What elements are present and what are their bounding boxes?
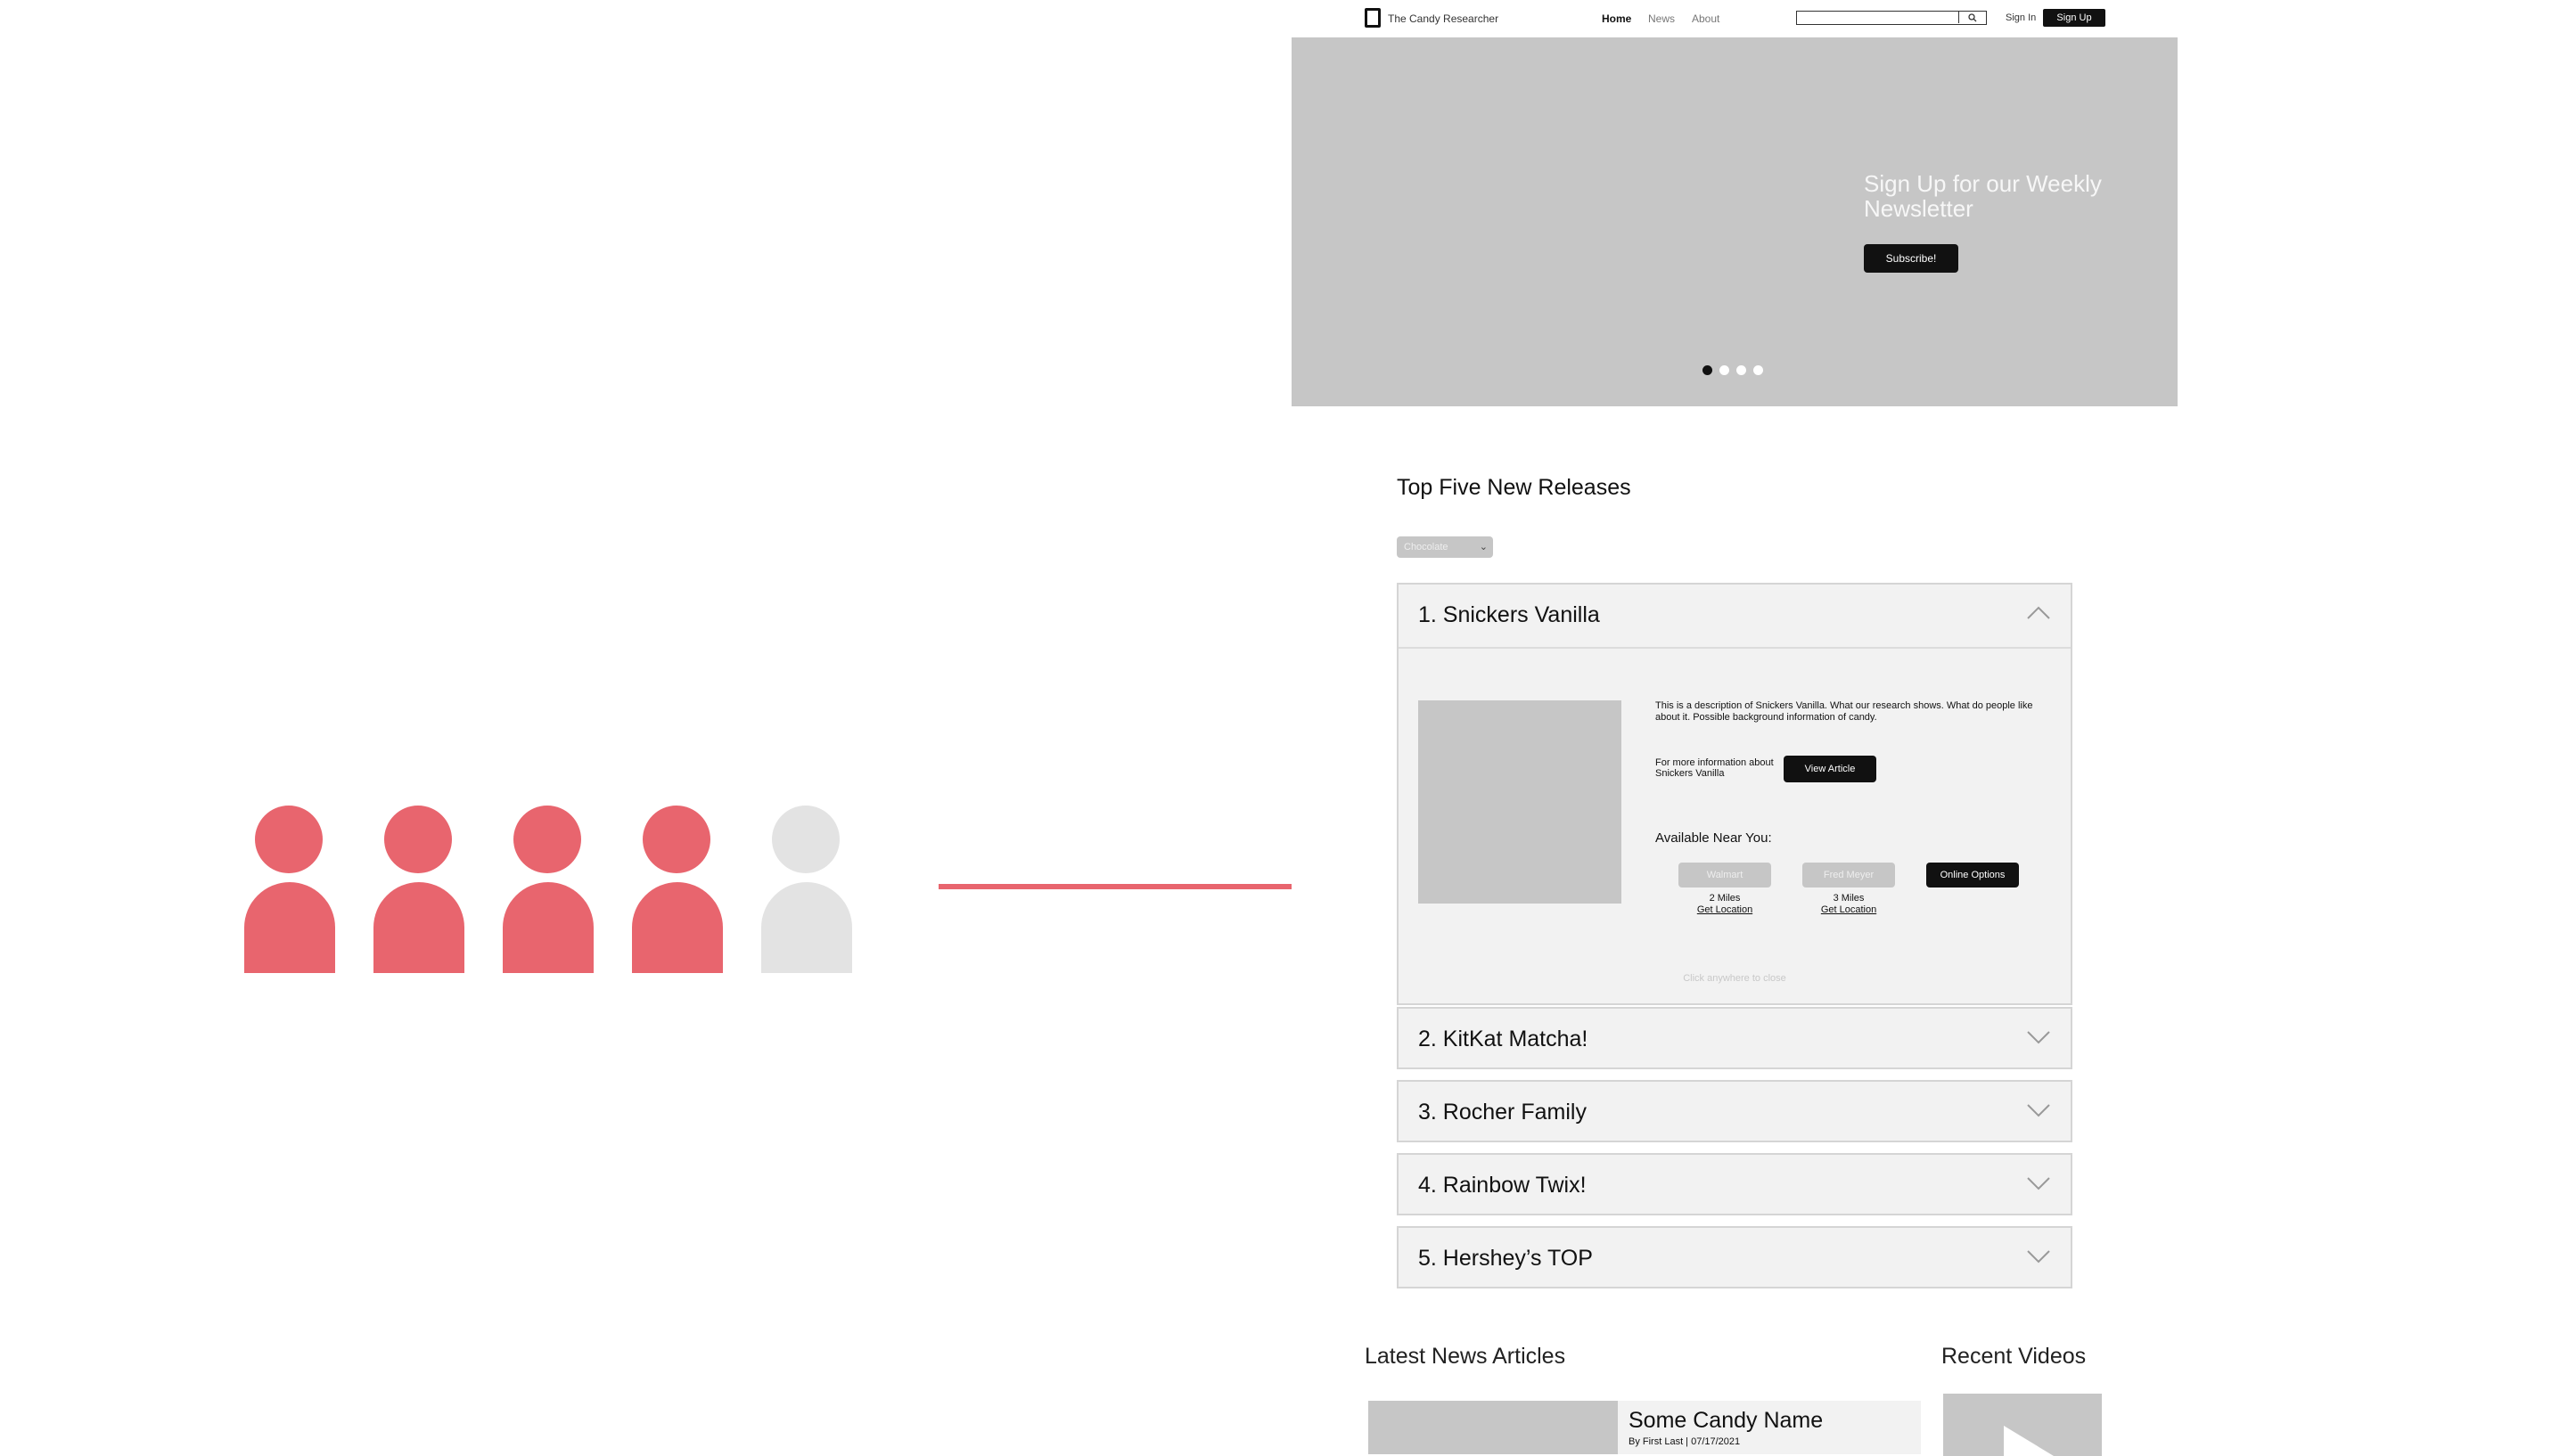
- play-icon: [2004, 1426, 2054, 1456]
- person-icon: [244, 806, 335, 973]
- accordion-header[interactable]: 1. Snickers Vanilla: [1399, 585, 2071, 647]
- carousel-dots: [1702, 365, 1763, 375]
- sign-up-button[interactable]: Sign Up: [2043, 9, 2105, 27]
- accordion-label: 5. Hershey’s TOP: [1418, 1246, 1593, 1271]
- person-icon: [373, 806, 464, 973]
- chevron-up-icon[interactable]: [2026, 601, 2051, 626]
- accordion-label: 2. KitKat Matcha!: [1418, 1027, 1588, 1051]
- chevron-down-icon[interactable]: [2026, 1025, 2051, 1050]
- store-walmart-meta: 2 Miles Get Location: [1678, 893, 1771, 916]
- accordion-label: 4. Rainbow Twix!: [1418, 1173, 1587, 1198]
- latest-news-heading: Latest News Articles: [1365, 1344, 1566, 1369]
- available-heading: Available Near You:: [1655, 830, 1772, 846]
- store-fred-meyer-button[interactable]: Fred Meyer: [1802, 863, 1895, 888]
- chevron-down-icon[interactable]: [2026, 1098, 2051, 1123]
- person-body: [503, 882, 594, 973]
- product-image: [1418, 700, 1621, 904]
- nav-news[interactable]: News: [1648, 12, 1675, 25]
- accordion-item[interactable]: 3. Rocher Family: [1397, 1080, 2072, 1142]
- top-navigation: The Candy Researcher Home News About Sig…: [1292, 0, 2178, 37]
- accordion-item[interactable]: 2. KitKat Matcha!: [1397, 1007, 2072, 1069]
- store-distance: 3 Miles: [1833, 893, 1865, 904]
- person-body: [632, 882, 723, 973]
- chevron-down-icon: ⌄: [1479, 542, 1488, 552]
- accordion-item[interactable]: 5. Hershey’s TOP: [1397, 1226, 2072, 1288]
- online-options-button[interactable]: Online Options: [1926, 863, 2019, 888]
- accordion-panel[interactable]: This is a description of Snickers Vanill…: [1399, 647, 2071, 1003]
- accordion-label: 3. Rocher Family: [1418, 1100, 1587, 1125]
- category-dropdown[interactable]: Chocolate ⌄: [1397, 536, 1493, 558]
- logo-text[interactable]: The Candy Researcher: [1388, 12, 1498, 25]
- nav-home[interactable]: Home: [1602, 12, 1631, 25]
- logo-icon[interactable]: [1365, 8, 1381, 28]
- get-location-link[interactable]: Get Location: [1802, 904, 1895, 916]
- hero-title: Sign Up for our Weekly Newsletter: [1864, 170, 2102, 222]
- carousel-dot[interactable]: [1753, 365, 1763, 375]
- view-article-button[interactable]: View Article: [1784, 756, 1876, 782]
- carousel-dot[interactable]: [1702, 365, 1712, 375]
- store-walmart-button[interactable]: Walmart: [1678, 863, 1771, 888]
- person-icon: [503, 806, 594, 973]
- article-image[interactable]: [1368, 1401, 1618, 1454]
- dropdown-value: Chocolate: [1404, 542, 1448, 552]
- article-byline: By First Last | 07/17/2021: [1629, 1436, 1741, 1447]
- accordion-item[interactable]: 1. Snickers Vanilla This is a descriptio…: [1397, 583, 2072, 1005]
- person-head: [772, 806, 840, 873]
- section-title: Top Five New Releases: [1397, 475, 1631, 500]
- person-head: [384, 806, 452, 873]
- person-body: [244, 882, 335, 973]
- accordion-item[interactable]: 4. Rainbow Twix!: [1397, 1153, 2072, 1215]
- subscribe-button[interactable]: Subscribe!: [1864, 244, 1958, 273]
- sign-in-link[interactable]: Sign In: [2006, 12, 2036, 23]
- person-head: [643, 806, 710, 873]
- video-thumbnail[interactable]: [1943, 1394, 2102, 1456]
- person-icon: [761, 806, 852, 973]
- search-icon[interactable]: [1958, 12, 1986, 23]
- person-head: [513, 806, 581, 873]
- person-body: [761, 882, 852, 973]
- connector-line: [939, 884, 1341, 889]
- carousel-dot[interactable]: [1719, 365, 1729, 375]
- search-input[interactable]: [1796, 11, 1987, 25]
- article-title[interactable]: Some Candy Name: [1629, 1408, 1823, 1434]
- close-hint[interactable]: Click anywhere to close: [1399, 973, 2071, 984]
- store-fred-meyer-meta: 3 Miles Get Location: [1802, 893, 1895, 916]
- carousel-dot[interactable]: [1736, 365, 1746, 375]
- hero-banner: Sign Up for our Weekly Newsletter Subscr…: [1292, 37, 2178, 406]
- person-body: [373, 882, 464, 973]
- recent-videos-heading: Recent Videos: [1941, 1344, 2087, 1369]
- accordion-label: 1. Snickers Vanilla: [1418, 602, 1600, 627]
- person-head: [255, 806, 323, 873]
- chevron-down-icon[interactable]: [2026, 1244, 2051, 1269]
- get-location-link[interactable]: Get Location: [1678, 904, 1771, 916]
- product-description: This is a description of Snickers Vanill…: [1655, 700, 2033, 723]
- wireframe-page: The Candy Researcher Home News About Sig…: [1292, 0, 2178, 1456]
- chevron-down-icon[interactable]: [2026, 1171, 2051, 1196]
- store-distance: 2 Miles: [1709, 893, 1741, 904]
- more-info-text: For more information about Snickers Vani…: [1655, 757, 1774, 779]
- person-icon: [632, 806, 723, 973]
- nav-about[interactable]: About: [1692, 12, 1719, 25]
